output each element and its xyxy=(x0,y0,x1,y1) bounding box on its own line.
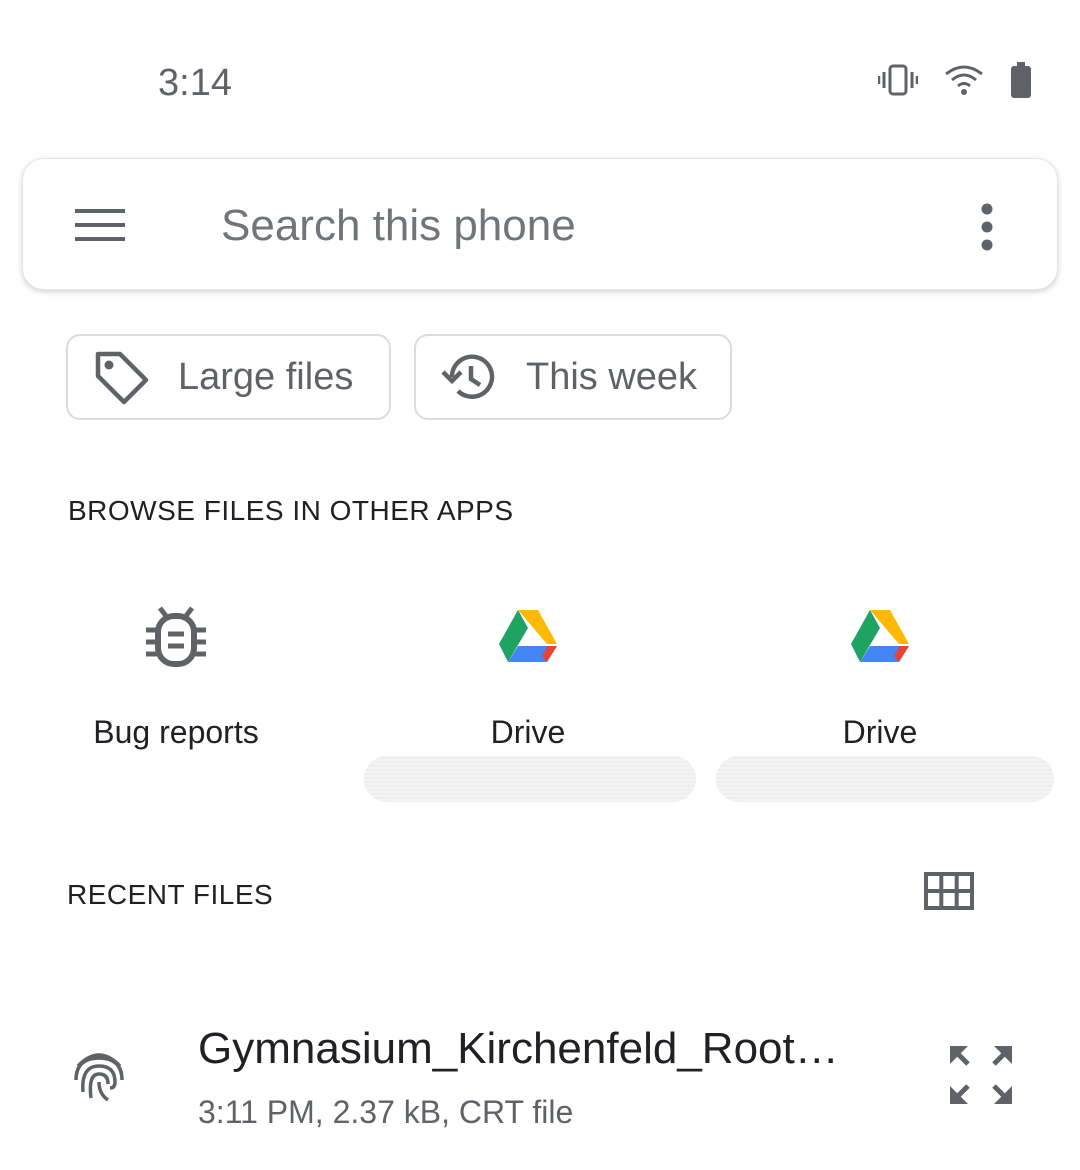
grid-view-icon[interactable] xyxy=(924,872,974,910)
wifi-icon xyxy=(945,65,983,95)
redacted-account-label xyxy=(364,756,696,802)
history-icon xyxy=(440,348,498,406)
expand-icon[interactable] xyxy=(946,1042,1016,1108)
search-bar[interactable]: Search this phone xyxy=(22,158,1058,290)
app-label: Drive xyxy=(490,714,566,750)
battery-icon xyxy=(1011,62,1031,98)
app-bug-reports[interactable]: Bug reports xyxy=(6,600,346,751)
redacted-account-label xyxy=(716,756,1054,802)
tag-icon xyxy=(92,348,150,406)
hamburger-menu-icon[interactable] xyxy=(73,205,127,245)
browse-section-title: BROWSE FILES IN OTHER APPS xyxy=(68,495,514,526)
recent-file-row[interactable]: Gymnasium_Kirchenfeld_Root… 3:11 PM, 2.3… xyxy=(0,1000,1080,1170)
fingerprint-icon xyxy=(74,1053,124,1102)
app-label: Bug reports xyxy=(93,714,259,750)
chip-label: This week xyxy=(526,355,698,398)
bug-icon xyxy=(6,600,346,672)
app-drive[interactable]: Drive xyxy=(710,600,1050,751)
vibrate-icon xyxy=(878,64,918,96)
chip-large-files[interactable]: Large files xyxy=(66,334,391,420)
chip-label: Large files xyxy=(178,355,354,398)
file-meta: 3:11 PM, 2.37 kB, CRT file xyxy=(198,1094,574,1130)
status-icons xyxy=(878,62,1032,98)
file-name: Gymnasium_Kirchenfeld_Root… xyxy=(198,1024,839,1073)
search-input[interactable]: Search this phone xyxy=(221,201,576,251)
status-bar: 3:14 xyxy=(0,0,1080,140)
app-label: Drive xyxy=(842,714,918,750)
status-time: 3:14 xyxy=(158,62,232,104)
google-drive-icon xyxy=(358,600,698,672)
chip-this-week[interactable]: This week xyxy=(414,334,732,420)
more-vert-icon[interactable] xyxy=(969,201,1005,253)
app-drive[interactable]: Drive xyxy=(358,600,698,751)
google-drive-icon xyxy=(710,600,1050,672)
recent-section-title: RECENT FILES xyxy=(67,879,274,910)
